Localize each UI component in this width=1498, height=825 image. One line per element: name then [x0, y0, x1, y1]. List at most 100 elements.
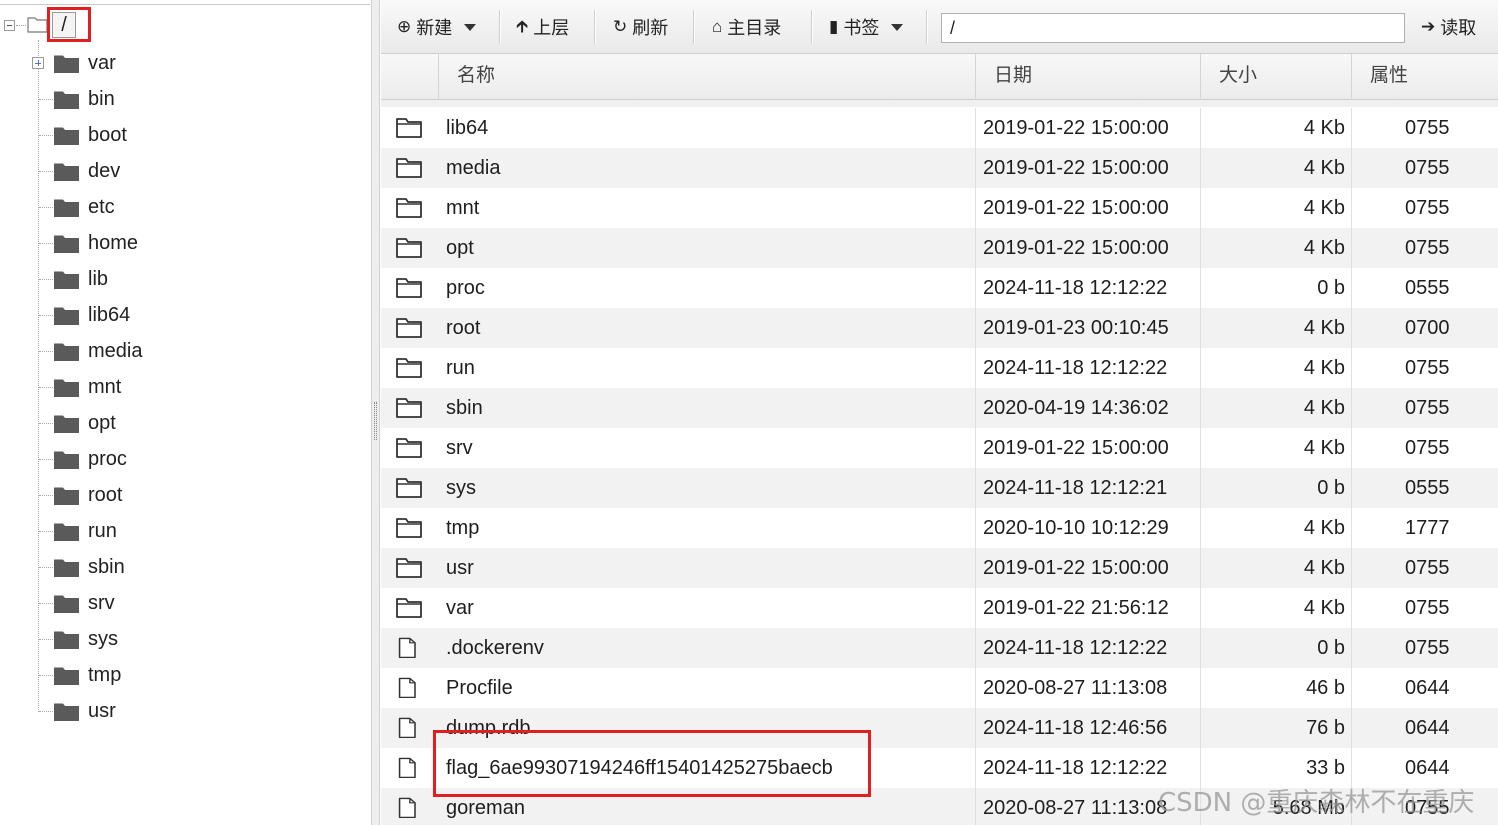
column-divider — [1200, 388, 1201, 428]
expand-icon[interactable] — [32, 57, 44, 69]
file-name[interactable]: var — [446, 596, 474, 620]
file-name[interactable]: opt — [446, 236, 474, 260]
table-row[interactable]: root 2019-01-23 00:10:45 4 Kb 0700 — [381, 308, 1498, 348]
tree-connector — [39, 567, 53, 568]
table-row[interactable]: proc 2024-11-18 12:12:22 0 b 0555 — [381, 268, 1498, 308]
column-divider — [1351, 388, 1352, 428]
table-row[interactable]: .dockerenv 2024-11-18 12:12:22 0 b 0755 — [381, 628, 1498, 668]
file-name[interactable]: root — [446, 316, 480, 340]
header-name[interactable]: 名称 — [439, 54, 976, 100]
table-row[interactable]: sys 2024-11-18 12:12:21 0 b 0555 — [381, 468, 1498, 508]
tree-item-label: lib64 — [88, 304, 131, 326]
file-name[interactable]: .dockerenv — [446, 636, 544, 660]
table-row[interactable]: mnt 2019-01-22 15:00:00 4 Kb 0755 — [381, 188, 1498, 228]
header-date[interactable]: 日期 — [976, 54, 1201, 100]
tree-item-etc[interactable]: etc — [0, 189, 360, 225]
tree-item-opt[interactable]: opt — [0, 405, 360, 441]
file-name[interactable]: sbin — [446, 396, 483, 420]
tree-item-srv[interactable]: srv — [0, 585, 360, 621]
collapse-icon[interactable] — [4, 20, 15, 31]
tree-item-root[interactable]: root — [0, 477, 360, 513]
table-row[interactable]: tmp 2020-10-10 10:12:29 4 Kb 1777 — [381, 508, 1498, 548]
file-icon — [398, 717, 416, 739]
splitter-grip[interactable] — [374, 402, 377, 440]
file-size: 4 Kb — [1303, 437, 1345, 459]
file-name[interactable]: tmp — [446, 516, 479, 540]
home-button[interactable]: ⌂ 主目录 — [712, 13, 781, 41]
tree-item-usr[interactable]: usr — [0, 693, 360, 729]
tree-item-mnt[interactable]: mnt — [0, 369, 360, 405]
file-name[interactable]: Procfile — [446, 676, 513, 700]
table-row[interactable]: usr 2019-01-22 15:00:00 4 Kb 0755 — [381, 548, 1498, 588]
file-date: 2020-10-10 10:12:29 — [983, 517, 1169, 539]
file-name[interactable]: usr — [446, 556, 474, 580]
tree-item-dev[interactable]: dev — [0, 153, 360, 189]
table-row[interactable]: Procfile 2020-08-27 11:13:08 46 b 0644 — [381, 668, 1498, 708]
column-divider — [1351, 108, 1352, 148]
header-attr[interactable]: 属性 — [1352, 54, 1498, 100]
table-row[interactable]: var 2019-01-22 21:56:12 4 Kb 0755 — [381, 588, 1498, 628]
tree-item-bin[interactable]: bin — [0, 81, 360, 117]
file-name[interactable]: srv — [446, 436, 473, 460]
header-size[interactable]: 大小 — [1201, 54, 1352, 100]
read-button[interactable]: ➔ 读取 — [1421, 13, 1476, 41]
tree-item-run[interactable]: run — [0, 513, 360, 549]
table-row[interactable]: sbin 2020-04-19 14:36:02 4 Kb 0755 — [381, 388, 1498, 428]
column-divider — [1200, 148, 1201, 188]
file-name[interactable]: lib64 — [446, 116, 488, 140]
table-row[interactable]: media 2019-01-22 15:00:00 4 Kb 0755 — [381, 148, 1498, 188]
refresh-button[interactable]: ↻ 刷新 — [613, 13, 668, 41]
file-size: 33 b — [1306, 757, 1345, 779]
toolbar-separator — [811, 10, 812, 44]
tree-item-label: dev — [88, 160, 121, 182]
bookmark-button[interactable]: ▮ 书签 — [829, 13, 904, 41]
path-input[interactable] — [941, 13, 1405, 43]
tree-item-label: etc — [88, 196, 115, 218]
column-divider — [975, 308, 976, 348]
table-row[interactable]: run 2024-11-18 12:12:22 4 Kb 0755 — [381, 348, 1498, 388]
tree-item-boot[interactable]: boot — [0, 117, 360, 153]
folder-icon — [54, 235, 79, 253]
file-size: 4 Kb — [1303, 157, 1345, 179]
column-divider — [975, 108, 976, 148]
column-divider — [1200, 228, 1201, 268]
file-name[interactable]: proc — [446, 276, 485, 300]
new-button[interactable]: ⊕ 新建 — [397, 13, 477, 41]
tree-item-sys[interactable]: sys — [0, 621, 360, 657]
column-divider — [975, 748, 976, 788]
table-row[interactable]: opt 2019-01-22 15:00:00 4 Kb 0755 — [381, 228, 1498, 268]
tree-item-lib[interactable]: lib — [0, 261, 360, 297]
file-name[interactable]: media — [446, 156, 500, 180]
file-name[interactable]: run — [446, 356, 475, 380]
tree-connector — [39, 459, 53, 460]
table-row[interactable]: lib64 2019-01-22 15:00:00 4 Kb 0755 — [381, 108, 1498, 148]
file-name[interactable]: goreman — [446, 796, 525, 820]
caret-down-icon — [891, 23, 904, 31]
tree-item-home[interactable]: home — [0, 225, 360, 261]
up-button[interactable]: 🡱 上层 — [516, 13, 569, 41]
file-date: 2024-11-18 12:12:22 — [983, 757, 1168, 779]
tree-item-tmp[interactable]: tmp — [0, 657, 360, 693]
tree-item-lib64[interactable]: lib64 — [0, 297, 360, 333]
tree-item-label: sbin — [88, 556, 125, 578]
folder-icon — [396, 238, 422, 258]
file-name[interactable]: mnt — [446, 196, 479, 220]
tree-connector — [39, 243, 53, 244]
tree-item-proc[interactable]: proc — [0, 441, 360, 477]
file-name[interactable]: sys — [446, 476, 476, 500]
file-icon — [398, 637, 416, 659]
tree-item-sbin[interactable]: sbin — [0, 549, 360, 585]
folder-icon — [396, 198, 422, 218]
tree-item-label: root — [88, 484, 123, 506]
tree-item-label: lib — [88, 268, 109, 290]
folder-icon — [54, 199, 79, 217]
tree-item-label: tmp — [88, 664, 122, 686]
tree-item-var[interactable]: var — [0, 45, 360, 81]
tree-connector — [39, 639, 53, 640]
file-attr: 0755 — [1405, 437, 1450, 459]
file-attr: 0755 — [1405, 557, 1450, 579]
table-row[interactable]: srv 2019-01-22 15:00:00 4 Kb 0755 — [381, 428, 1498, 468]
file-list-pane: ⊕ 新建 🡱 上层 ↻ 刷新 ⌂ 主目录 ▮ 书签 ➔ 读取 — [381, 0, 1498, 825]
tree-item-media[interactable]: media — [0, 333, 360, 369]
caret-down-icon — [464, 23, 477, 31]
